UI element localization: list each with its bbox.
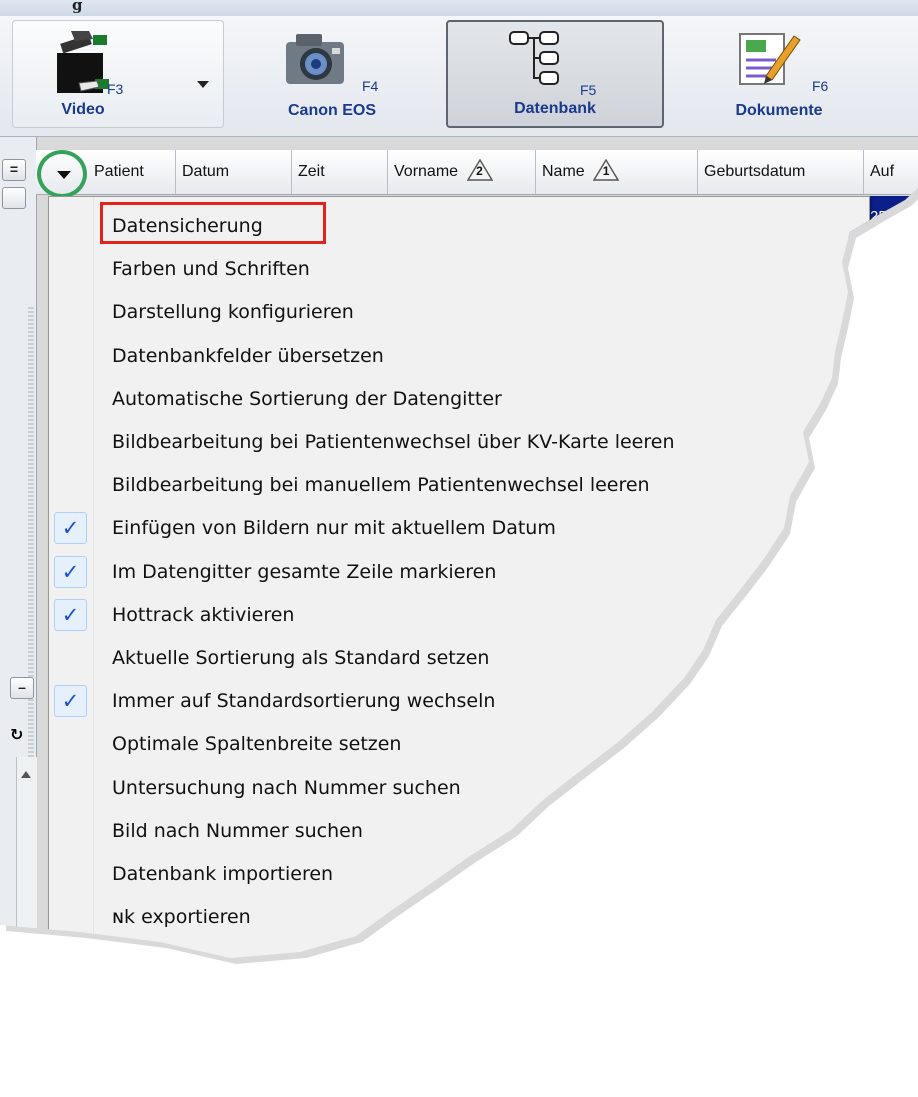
menu-item[interactable]: Bildbearbeitung bei manuellem Patientenw…	[49, 464, 869, 507]
menu-item[interactable]: Bildbearbeitung bei Patientenwechsel übe…	[49, 421, 869, 464]
video-fkey: F3	[107, 81, 124, 97]
left-panel-button-top[interactable]: =	[2, 159, 26, 181]
highlight-box	[100, 202, 326, 244]
window-title-fragment: g	[72, 0, 83, 14]
column-header-vorname[interactable]: Vorname 2	[388, 150, 536, 194]
column-header-patient[interactable]: Patient	[88, 150, 176, 194]
menu-item-label: Immer auf Standardsortierung wechseln	[112, 690, 496, 713]
menu-item-label: Darstellung konfigurieren	[112, 301, 354, 324]
left-panel-strip: = – ↻	[0, 137, 37, 958]
video-dropdown-arrow-icon[interactable]	[197, 81, 209, 88]
menu-item-label: ɴk exportieren	[112, 906, 251, 929]
sort-order-badge-icon: 2	[466, 158, 493, 181]
menu-item-label: Datenbankfelder übersetzen	[112, 344, 384, 367]
dokumente-label: Dokumente	[735, 102, 823, 119]
menu-item[interactable]: ✓ Immer auf Standardsortierung wechseln	[49, 680, 869, 723]
menu-item[interactable]: ✓ Hottrack aktivieren	[49, 594, 869, 637]
menu-item[interactable]: Bild nach Nummer suchen	[49, 810, 869, 853]
context-menu: Datensicherung Farben und Schriften Darste…	[48, 196, 870, 958]
menu-item[interactable]: ɴk exportieren	[49, 896, 869, 939]
column-header-name[interactable]: Name 1	[536, 150, 698, 194]
dokumente-fkey: F6	[812, 78, 829, 94]
highlight-circle	[37, 150, 87, 198]
menu-item-label: Bildbearbeitung bei Patientenwechsel übe…	[112, 431, 675, 453]
checkmark-icon: ✓	[54, 555, 87, 588]
document-edit-icon	[739, 33, 801, 85]
menu-item-label: Im Datengitter gesamte Zeile markieren	[112, 560, 497, 583]
toolbar-button-dokumente[interactable]: F6 Dokumente	[670, 20, 888, 128]
menu-item[interactable]: ✓ Einfügen von Bildern nur mit aktuellem …	[49, 507, 869, 550]
canon-label: Canon EOS	[287, 102, 376, 119]
menu-item-label: Datenbank importieren	[112, 863, 334, 885]
column-header-datum[interactable]: Datum	[176, 150, 292, 194]
checkmark-icon: ✓	[54, 512, 87, 545]
canon-fkey: F4	[362, 78, 379, 94]
datenbank-fkey: F5	[580, 82, 597, 98]
column-header-zeit[interactable]: Zeit	[292, 150, 388, 194]
column-header-auf[interactable]: Auf	[864, 150, 918, 194]
toolbar-button-video[interactable]: F3 Video	[12, 20, 224, 128]
collapse-button[interactable]: –	[10, 677, 34, 699]
menu-item-label: Bild nach Nummer suchen	[112, 819, 363, 842]
grid-header: Patient Datum Zeit Vorname 2 Name 1 Gebu…	[36, 150, 918, 195]
menu-item-label: Untersuchung nach Nummer suchen	[112, 776, 461, 799]
menu-item[interactable]: Untersuchung nach Nummer suchen	[49, 767, 869, 810]
menu-item-label: Einfügen von Bildern nur mit aktuellem D…	[112, 517, 556, 540]
menu-item-label: Aktuelle Sortierung als Standard setzen	[112, 647, 490, 669]
menu-item-label: Optimale Spaltenbreite setzen	[112, 733, 402, 756]
toolbar-button-canon-eos[interactable]: F4 Canon EOS	[226, 20, 438, 128]
menu-item[interactable]: Aktuelle Sortierung als Standard setzen	[49, 637, 869, 680]
toolbar-button-datenbank[interactable]: F5 Datenbank	[446, 20, 664, 128]
window-title-strip: g	[0, 0, 918, 17]
video-label: Video	[61, 101, 105, 118]
column-header-geburtsdatum[interactable]: Geburtsdatum	[698, 150, 864, 194]
menu-item-label: Farben und Schriften	[112, 258, 310, 281]
datenbank-label: Datenbank	[514, 100, 596, 117]
menu-item-label: Hottrack aktivieren	[112, 603, 295, 626]
menu-item[interactable]: Optimale Spaltenbreite setzen	[49, 723, 869, 766]
scroll-up-arrow-icon[interactable]	[21, 771, 31, 778]
checkmark-icon: ✓	[54, 685, 87, 718]
left-panel-button-second[interactable]	[2, 187, 26, 209]
menu-item[interactable]: Datenbankfelder übersetzen	[49, 335, 869, 378]
menu-item[interactable]: Darstellung konfigurieren	[49, 291, 869, 334]
checkmark-icon: ✓	[54, 598, 87, 631]
menu-item-label: Automatische Sortierung der Datengitter	[112, 387, 502, 410]
grid-cell[interactable]: 2	[840, 322, 918, 364]
main-toolbar: F3 Video F4 Canon EOS F5 Datenbank F6 Do…	[0, 16, 918, 137]
menu-item[interactable]: Farben und Schriften	[49, 248, 869, 291]
menu-item-label: Bildbearbeitung bei manuellem Patientenw…	[112, 474, 650, 497]
refresh-icon[interactable]: ↻	[10, 725, 23, 744]
sort-order-badge-icon: 1	[593, 158, 620, 181]
database-tree-icon	[509, 31, 559, 85]
menu-item[interactable]: Datenbank importieren	[49, 853, 869, 896]
screenshot-clip: g F3 Video F4 Canon EOS F5 Datenbank F6 …	[0, 0, 918, 958]
menu-item[interactable]: Automatische Sortierung der Datengitter	[49, 378, 869, 421]
camera-icon	[286, 34, 344, 84]
